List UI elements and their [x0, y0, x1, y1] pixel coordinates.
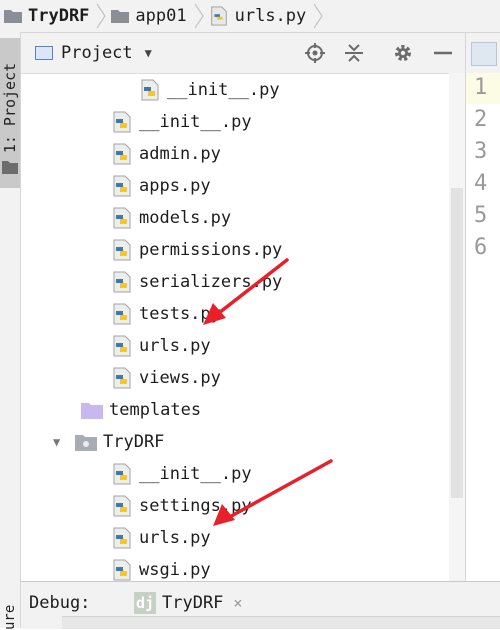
tree-item[interactable]: __init__.py [111, 459, 252, 489]
close-icon[interactable]: × [233, 594, 242, 612]
debug-label: Debug: [29, 593, 91, 613]
tree-item[interactable]: templates [81, 395, 201, 425]
line-number: 4 [474, 171, 488, 196]
tree-item[interactable]: admin.py [111, 139, 221, 169]
editor-tab[interactable] [471, 42, 497, 66]
minimize-icon[interactable] [432, 42, 454, 64]
tree-item[interactable]: urls.py [111, 331, 211, 361]
folder-icon [4, 10, 22, 23]
tree-item[interactable]: __init__.py [139, 75, 280, 105]
tree-item-label: admin.py [139, 144, 221, 164]
breadcrumb-label: urls.py [234, 6, 307, 26]
debug-toolbar-strip [62, 616, 500, 629]
tree-item[interactable]: permissions.py [111, 235, 282, 265]
tree-item[interactable]: ▼ TryDRF [53, 427, 164, 457]
tree-item-label: urls.py [139, 528, 211, 548]
python-file-icon [113, 335, 131, 357]
tree-item[interactable]: settings.py [111, 491, 252, 521]
tree-item-label: serializers.py [139, 272, 283, 292]
folder-icon [111, 10, 130, 23]
tree-item-label: settings.py [139, 496, 252, 516]
tree-item[interactable]: wsgi.py [111, 555, 211, 581]
tree-item[interactable]: __init__.py [111, 107, 252, 137]
tree-item-label: urls.py [139, 336, 211, 356]
breadcrumb-item-trydrf[interactable]: TryDRF [0, 0, 95, 32]
tree-item-label: __init__.py [167, 80, 280, 100]
tree-item-label: __init__.py [139, 112, 252, 132]
folder-icon [2, 161, 18, 174]
python-file-icon [210, 6, 227, 26]
tree-item-label: templates [109, 400, 202, 420]
breadcrumb-label: app01 [135, 6, 187, 26]
python-file-icon [113, 367, 131, 389]
gear-icon[interactable] [392, 42, 414, 64]
tree-item-label: apps.py [139, 176, 211, 196]
breadcrumb-item-app01[interactable]: app01 [107, 0, 192, 32]
tree-item-label: __init__.py [139, 464, 252, 484]
breadcrumb: TryDRF app01 urls.py [0, 0, 500, 33]
expand-arrow-icon[interactable]: ▼ [53, 435, 67, 449]
collapse-all-icon[interactable] [343, 42, 365, 64]
breadcrumb-label: TryDRF [28, 6, 90, 26]
python-file-icon [113, 207, 131, 229]
python-file-icon [113, 463, 131, 485]
debug-tab-trydrf[interactable]: dj TryDRF × [134, 586, 286, 620]
tree-item[interactable]: serializers.py [111, 267, 282, 297]
tree-item-label: wsgi.py [139, 560, 211, 580]
python-file-icon [113, 559, 131, 581]
project-tree: __init__.py __init__.py admin.py apps.py… [21, 73, 449, 581]
debug-tab-label: TryDRF [162, 593, 224, 613]
python-file-icon [113, 111, 131, 133]
locate-icon[interactable] [304, 42, 326, 64]
tree-item-label: views.py [139, 368, 221, 388]
django-icon: dj [134, 592, 156, 614]
chevron-down-icon[interactable]: ▼ [145, 46, 152, 60]
project-panel-title[interactable]: Project [61, 43, 133, 63]
tree-item[interactable]: urls.py [111, 523, 211, 553]
python-file-icon [141, 79, 159, 101]
line-number: 1 [474, 75, 488, 100]
tree-scrollbar-thumb[interactable] [451, 188, 463, 498]
tree-item-label: tests.py [139, 304, 221, 324]
python-file-icon [113, 527, 131, 549]
tree-item[interactable]: tests.py [111, 299, 221, 329]
line-number: 3 [474, 139, 488, 164]
python-file-icon [113, 495, 131, 517]
breadcrumb-item-urls[interactable]: urls.py [205, 0, 313, 32]
structure-tool-tab[interactable]: ure [0, 582, 20, 630]
tree-item-label: models.py [139, 208, 232, 228]
python-file-icon [113, 175, 131, 197]
tree-item-label: permissions.py [139, 240, 283, 260]
python-file-icon [113, 239, 131, 261]
line-number: 6 [474, 235, 488, 260]
line-number: 5 [474, 203, 488, 228]
tree-item[interactable]: views.py [111, 363, 221, 393]
project-view-icon [35, 46, 53, 60]
python-file-icon [113, 143, 131, 165]
package-folder-icon [75, 435, 97, 451]
project-tool-tab-label: 1: Project [1, 62, 19, 154]
tree-item-label: TryDRF [103, 432, 165, 452]
folder-icon [81, 403, 103, 419]
python-file-icon [113, 303, 131, 325]
chevron-right-icon [96, 3, 107, 29]
tree-item[interactable]: apps.py [111, 171, 211, 201]
line-number: 2 [474, 107, 488, 132]
chevron-right-icon [313, 3, 323, 29]
python-file-icon [113, 271, 131, 293]
chevron-right-icon [194, 3, 204, 29]
tree-item[interactable]: models.py [111, 203, 231, 233]
